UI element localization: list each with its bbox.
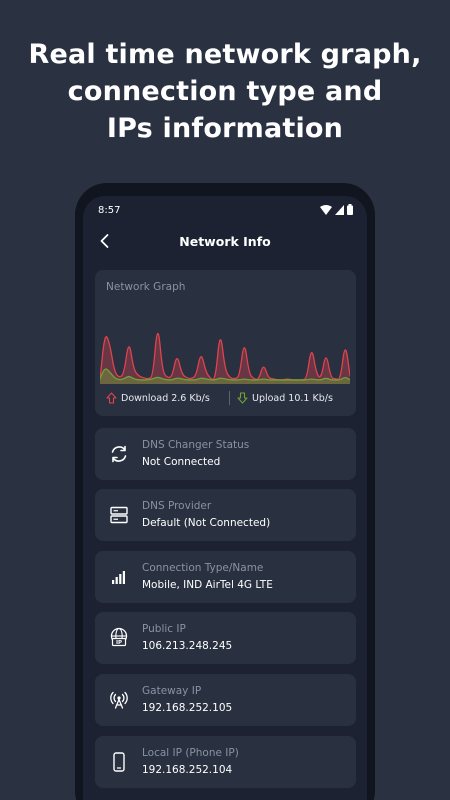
local-ip-value: 192.168.252.104 bbox=[142, 764, 233, 776]
dns-provider-value: Default (Not Connected) bbox=[142, 517, 271, 529]
page-title: Network Info bbox=[179, 234, 271, 249]
svg-text:IP: IP bbox=[116, 640, 122, 646]
network-graph-chart bbox=[100, 332, 350, 384]
network-graph-label: Network Graph bbox=[106, 281, 186, 293]
dns-changer-status-value: Not Connected bbox=[142, 456, 221, 468]
download-series-area bbox=[100, 333, 350, 384]
gateway-ip-label: Gateway IP bbox=[142, 685, 202, 697]
public-ip-card[interactable]: IP Public IP 106.213.248.245 bbox=[95, 612, 356, 664]
gateway-ip-card[interactable]: Gateway IP 192.168.252.105 bbox=[95, 674, 356, 726]
public-ip-label: Public IP bbox=[142, 623, 186, 635]
local-ip-card[interactable]: Local IP (Phone IP) 192.168.252.104 bbox=[95, 736, 356, 788]
status-bar: 8:57 bbox=[83, 196, 367, 224]
public-ip-value: 106.213.248.245 bbox=[142, 640, 233, 652]
phone-screen: 8:57 Network Info Network Graph Download… bbox=[83, 196, 367, 800]
wifi-icon bbox=[320, 205, 332, 215]
legend-download: Download 2.6 Kb/s bbox=[106, 392, 210, 404]
local-ip-label: Local IP (Phone IP) bbox=[142, 747, 239, 759]
app-bar: Network Info bbox=[83, 224, 367, 260]
headline-line-3: IPs information bbox=[106, 113, 344, 144]
dns-changer-status-card[interactable]: DNS Changer Status Not Connected bbox=[95, 428, 356, 480]
dns-changer-status-label: DNS Changer Status bbox=[142, 439, 250, 451]
connection-type-value: Mobile, IND AirTel 4G LTE bbox=[142, 579, 273, 591]
server-icon bbox=[110, 506, 128, 524]
network-graph-card: Network Graph Download 2.6 Kb/s Upload 1… bbox=[95, 270, 356, 416]
connection-type-card[interactable]: Connection Type/Name Mobile, IND AirTel … bbox=[95, 551, 356, 603]
gateway-ip-value: 192.168.252.105 bbox=[142, 702, 233, 714]
status-icons bbox=[320, 204, 353, 215]
headline-line-1: Real time network graph, bbox=[28, 39, 422, 70]
arrow-down-icon bbox=[237, 392, 248, 404]
legend-upload: Upload 10.1 Kb/s bbox=[237, 392, 333, 404]
dns-provider-label: DNS Provider bbox=[142, 500, 212, 512]
signal-bars-icon bbox=[112, 571, 125, 584]
upload-rate: Upload 10.1 Kb/s bbox=[252, 392, 333, 404]
download-rate: Download 2.6 Kb/s bbox=[121, 392, 210, 404]
status-time: 8:57 bbox=[98, 205, 121, 216]
headline: Real time network graph, connection type… bbox=[0, 36, 450, 147]
connection-type-label: Connection Type/Name bbox=[142, 562, 264, 574]
signal-icon bbox=[335, 205, 344, 215]
antenna-icon bbox=[110, 691, 128, 709]
arrow-up-icon bbox=[106, 392, 117, 404]
headline-line-2: connection type and bbox=[67, 76, 383, 107]
legend-divider bbox=[229, 391, 230, 405]
dns-provider-card[interactable]: DNS Provider Default (Not Connected) bbox=[95, 489, 356, 541]
globe-ip-icon: IP bbox=[110, 627, 128, 647]
sync-icon bbox=[111, 445, 127, 463]
battery-icon bbox=[347, 204, 353, 215]
phone-icon bbox=[113, 752, 125, 772]
graph-legend: Download 2.6 Kb/s Upload 10.1 Kb/s bbox=[95, 389, 356, 407]
